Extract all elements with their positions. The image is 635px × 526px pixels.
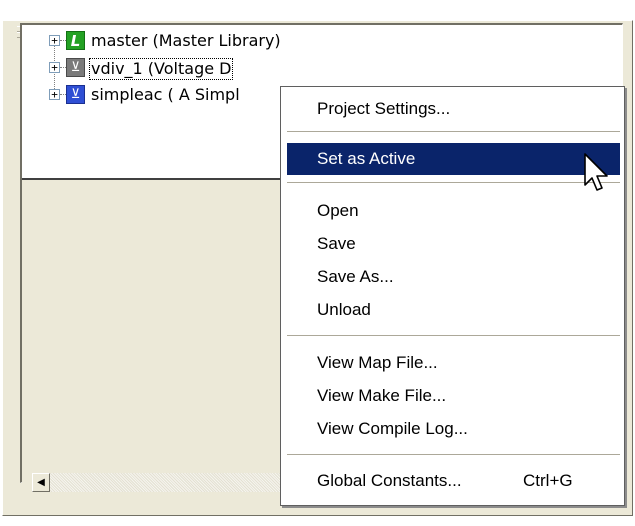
project-icon: ⊻ [66, 85, 85, 104]
menu-item-label: View Compile Log... [317, 419, 468, 438]
mouse-pointer-icon [584, 153, 608, 191]
menu-item-label: Set as Active [317, 149, 416, 168]
expand-icon[interactable]: + [49, 62, 60, 73]
menu-separator [287, 335, 620, 337]
menu-item-unload[interactable]: Unload [287, 294, 620, 326]
menu-item-label: Global Constants... [317, 471, 462, 490]
project-icon: ⊻ [66, 58, 85, 77]
menu-item-label: View Make File... [317, 386, 447, 405]
context-menu: Project Settings... Set as Active Open S… [280, 86, 625, 506]
menu-item-open[interactable]: Open [287, 195, 620, 227]
tree-item-label[interactable]: vdiv_1 (Voltage D [89, 58, 234, 80]
tree-item-master[interactable]: + L master (Master Library) [22, 30, 622, 52]
menu-item-project-settings[interactable]: Project Settings... [287, 93, 620, 125]
menu-separator [287, 182, 620, 184]
library-icon: L [66, 31, 85, 50]
tree-item-vdiv[interactable]: + ⊻ vdiv_1 (Voltage D [22, 57, 622, 80]
menu-separator [287, 131, 620, 133]
scroll-track[interactable] [50, 473, 280, 492]
menu-item-save-as[interactable]: Save As... [287, 261, 620, 293]
menu-item-global-constants[interactable]: Global Constants... Ctrl+G [287, 465, 620, 497]
menu-item-label: Unload [317, 300, 371, 319]
menu-item-set-as-active[interactable]: Set as Active [287, 143, 620, 175]
menu-item-label: Save [317, 234, 356, 253]
menu-item-view-compile-log[interactable]: View Compile Log... [287, 413, 620, 445]
menu-item-label: View Map File... [317, 353, 438, 372]
menu-item-save[interactable]: Save [287, 228, 620, 260]
horizontal-scrollbar[interactable]: ◀ [22, 472, 282, 493]
menu-item-label: Save As... [317, 267, 394, 286]
menu-item-view-make-file[interactable]: View Make File... [287, 380, 620, 412]
menu-item-label: Open [317, 201, 359, 220]
menu-item-shortcut: Ctrl+G [523, 471, 573, 490]
expand-icon[interactable]: + [49, 89, 60, 100]
scroll-left-icon[interactable]: ◀ [32, 473, 50, 492]
menu-item-label: Project Settings... [317, 99, 451, 118]
tree-item-label[interactable]: master (Master Library) [91, 31, 281, 51]
expand-icon[interactable]: + [49, 35, 60, 46]
tree-item-label[interactable]: simpleac ( A Simpl [91, 85, 240, 105]
menu-separator [287, 454, 620, 456]
menu-item-view-map-file[interactable]: View Map File... [287, 347, 620, 379]
